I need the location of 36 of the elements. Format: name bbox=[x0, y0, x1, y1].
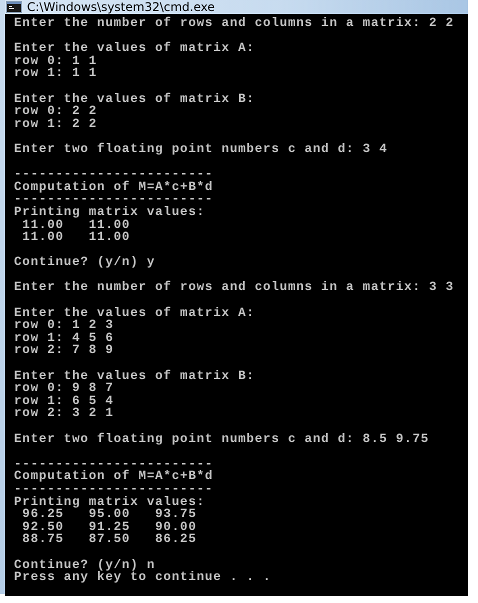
console-line: 96.25 95.00 93.75 bbox=[22, 508, 198, 521]
console-line: Enter the values of matrix A: bbox=[14, 306, 256, 320]
console-line: Press any key to continue . . . bbox=[14, 571, 272, 584]
console-line: row 1: 1 1 bbox=[14, 67, 98, 80]
window-title: C:\Windows\system32\cmd.exe bbox=[27, 0, 215, 14]
console-line: row 0: 1 1 bbox=[14, 54, 98, 68]
console-line: Computation of M=A*c+B*d bbox=[14, 180, 214, 194]
console-line: ------------------------ bbox=[14, 458, 214, 470]
console-line: Enter the number of rows and columns in a matrix: 3 3 bbox=[14, 281, 455, 294]
console-line: Printing matrix values: bbox=[14, 496, 206, 508]
console-line: ------------------------ bbox=[14, 168, 214, 181]
console-line: 92.50 91.25 90.00 bbox=[21, 520, 198, 534]
console-line: Continue? (y/n) y bbox=[14, 256, 156, 269]
console-line: row 1: 4 5 6 bbox=[14, 332, 115, 344]
console-line: row 0: 2 2 bbox=[14, 105, 98, 118]
console-line: Continue? (y/n) n bbox=[14, 558, 156, 572]
console-line: Enter the values of matrix A: bbox=[14, 42, 256, 55]
console-line: Enter two floating point numbers c and d: 3 4 bbox=[14, 142, 389, 156]
console-line: 11.00 11.00 bbox=[22, 218, 132, 232]
console-line: row 1: 2 2 bbox=[14, 118, 98, 130]
console-line: Enter the values of matrix B: bbox=[14, 370, 256, 382]
console-line: row 2: 7 8 9 bbox=[14, 344, 115, 358]
console-line: 88.75 87.50 86.25 bbox=[21, 533, 198, 546]
console-line: row 2: 3 2 1 bbox=[14, 407, 115, 420]
console-line: Computation of M=A*c+B*d bbox=[14, 470, 214, 483]
console-line: row 1: 6 5 4 bbox=[14, 394, 115, 408]
console-line: Enter the number of rows and columns in a matrix: 2 2 bbox=[14, 17, 455, 30]
console-line: Printing matrix values: bbox=[14, 206, 206, 218]
console-line: ------------------------ bbox=[14, 193, 214, 206]
console-line: row 0: 1 2 3 bbox=[14, 319, 115, 332]
console-icon bbox=[6, 1, 22, 13]
console-line: Enter the values of matrix B: bbox=[14, 92, 256, 106]
console-line: row 0: 9 8 7 bbox=[14, 382, 115, 395]
console-line: 11.00 11.00 bbox=[21, 231, 132, 244]
console-line: Enter two floating point numbers c and d: 8.5 9.75 bbox=[14, 432, 430, 446]
console-line: ------------------------ bbox=[14, 482, 214, 496]
